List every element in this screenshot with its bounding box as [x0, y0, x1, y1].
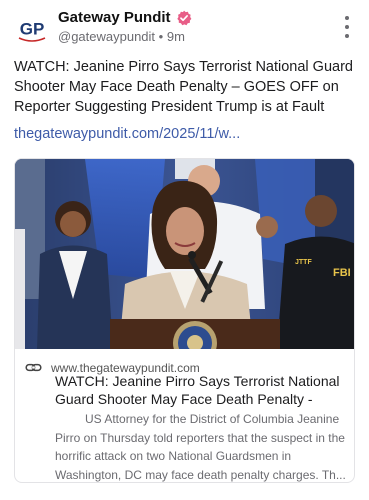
post-text: WATCH: Jeanine Pirro Says Terrorist Nati… — [14, 59, 353, 115]
link-card-description: US Attorney for the District of Columbia… — [55, 412, 346, 482]
gateway-pundit-logo-icon: GP — [15, 12, 49, 46]
fbi-patch: FBI — [333, 267, 351, 279]
account-name-row: Gateway Pundit — [58, 9, 192, 26]
link-chain-icon — [25, 363, 42, 372]
link-preview-card[interactable]: JTTF FBI www.thegatewaypundit.com WATCH:… — [14, 158, 355, 483]
account-name[interactable]: Gateway Pundit — [58, 9, 171, 26]
post-link[interactable]: thegatewaypundit.com/2025/11/w... — [14, 126, 354, 142]
account-avatar[interactable]: GP — [15, 12, 49, 46]
social-post: GP Gateway Pundit @gatewaypundit • 9m WA… — [0, 0, 369, 500]
account-handle[interactable]: @gatewaypundit — [58, 29, 155, 44]
svg-text:GP: GP — [20, 20, 45, 39]
meta-separator: • — [158, 29, 164, 44]
post-time[interactable]: 9m — [167, 29, 185, 44]
link-card-title[interactable]: WATCH: Jeanine Pirro Says Terrorist Nati… — [55, 372, 347, 408]
more-options-icon[interactable] — [341, 16, 353, 38]
article-image: JTTF FBI — [15, 159, 354, 349]
jttf-patch: JTTF — [295, 259, 312, 266]
verified-badge-icon — [176, 10, 191, 25]
account-meta: @gatewaypundit • 9m — [58, 29, 185, 44]
